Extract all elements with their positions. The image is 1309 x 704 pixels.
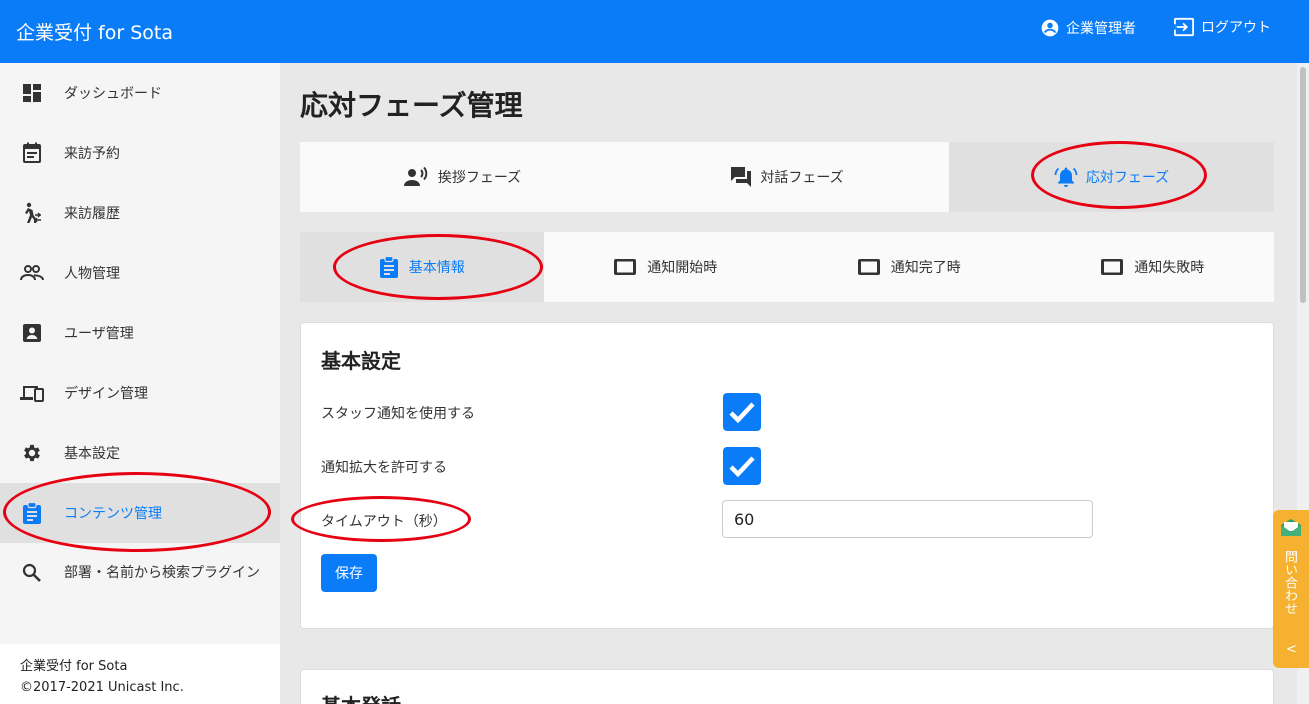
dashboard-icon bbox=[20, 81, 44, 105]
logout-button[interactable]: ログアウト bbox=[1173, 17, 1271, 37]
sidebar-item-label: 人物管理 bbox=[64, 266, 120, 282]
sidebar-item-dashboard[interactable]: ダッシュボード bbox=[0, 63, 280, 123]
sidebar-item-label: ユーザ管理 bbox=[64, 326, 134, 342]
tab-label: 挨拶フェーズ bbox=[437, 170, 522, 186]
tab-greeting-phase[interactable]: 挨拶フェーズ bbox=[300, 142, 625, 212]
sidebar-item-users[interactable]: ユーザ管理 bbox=[0, 303, 280, 363]
sidebar-item-design[interactable]: デザイン管理 bbox=[0, 363, 280, 423]
sidebar-item-label: デザイン管理 bbox=[64, 386, 148, 402]
walk-icon bbox=[20, 201, 44, 225]
sidebar-item-label: 部署・名前から検索プラグイン bbox=[64, 565, 260, 581]
user-menu[interactable]: 企業管理者 bbox=[1040, 18, 1136, 38]
footer-copyright: ©2017-2021 Unicast Inc. bbox=[20, 680, 184, 695]
calendar-icon bbox=[20, 141, 44, 165]
user-label: 企業管理者 bbox=[1066, 21, 1136, 37]
sidebar-item-label: 基本設定 bbox=[64, 446, 120, 462]
tab-label: 応対フェーズ bbox=[1085, 170, 1170, 186]
account-circle-icon bbox=[1041, 19, 1059, 37]
timeout-label: タイムアウト（秒） bbox=[321, 514, 447, 530]
mail-icon bbox=[1281, 519, 1301, 536]
clipboard-icon bbox=[20, 501, 44, 525]
tab-response-phase[interactable]: 応対フェーズ bbox=[949, 142, 1274, 212]
sidebar-item-label: 来訪予約 bbox=[64, 146, 120, 162]
notify-zoom-checkbox[interactable] bbox=[723, 447, 761, 485]
sidebar: ダッシュボード 来訪予約 来訪履歴 人物管理 ユーザ管理 デザイン管理 基本設定… bbox=[0, 63, 280, 704]
sub-tabs: 基本情報 通知開始時 通知完了時 通知失敗時 bbox=[300, 232, 1274, 302]
basic-speech-card: 基本発話 bbox=[300, 669, 1274, 704]
sidebar-item-label: コンテンツ管理 bbox=[64, 506, 162, 522]
logout-icon bbox=[1173, 17, 1194, 37]
card-title: 基本設定 bbox=[321, 349, 401, 373]
staff-notify-checkbox[interactable] bbox=[723, 393, 761, 431]
sidebar-footer: 企業受付 for Sota ©2017-2021 Unicast Inc. bbox=[0, 644, 280, 704]
bell-icon bbox=[1054, 167, 1078, 187]
chat-icon bbox=[731, 167, 752, 187]
tab-notify-failed[interactable]: 通知失敗時 bbox=[1031, 232, 1275, 302]
tab-label: 基本情報 bbox=[408, 260, 465, 276]
people-icon bbox=[20, 261, 44, 285]
staff-notify-label: スタッフ通知を使用する bbox=[321, 406, 475, 422]
sidebar-item-history[interactable]: 来訪履歴 bbox=[0, 183, 280, 243]
phase-tabs: 挨拶フェーズ 対話フェーズ 応対フェーズ bbox=[300, 142, 1274, 212]
gear-icon bbox=[20, 441, 44, 465]
tab-label: 通知完了時 bbox=[890, 260, 961, 276]
timeout-input[interactable] bbox=[722, 500, 1093, 538]
tab-label: 通知失敗時 bbox=[1134, 260, 1205, 276]
footer-product: 企業受付 for Sota bbox=[20, 659, 128, 674]
sidebar-item-contents[interactable]: コンテンツ管理 bbox=[0, 483, 280, 543]
sidebar-item-people[interactable]: 人物管理 bbox=[0, 243, 280, 303]
tab-basic-info[interactable]: 基本情報 bbox=[300, 232, 544, 302]
scrollbar-thumb[interactable] bbox=[1300, 67, 1306, 303]
sidebar-item-label: 来訪履歴 bbox=[64, 206, 120, 222]
save-button[interactable]: 保存 bbox=[321, 554, 377, 592]
check-icon bbox=[729, 456, 755, 477]
check-icon bbox=[729, 402, 755, 423]
clipboard-icon bbox=[379, 256, 398, 278]
app-title[interactable]: 企業受付 for Sota bbox=[16, 18, 173, 45]
tab-dialog-phase[interactable]: 対話フェーズ bbox=[625, 142, 949, 212]
card-title: 基本発話 bbox=[321, 690, 401, 704]
search-icon bbox=[20, 561, 44, 585]
tab-label: 通知開始時 bbox=[647, 260, 718, 276]
tablet-icon bbox=[857, 259, 880, 275]
sidebar-item-label: ダッシュボード bbox=[64, 86, 162, 102]
tablet-icon bbox=[1101, 259, 1124, 275]
tab-label: 対話フェーズ bbox=[760, 170, 844, 186]
logout-label: ログアウト bbox=[1201, 20, 1271, 36]
contact-label: 問い合わせ bbox=[1282, 550, 1297, 615]
voice-icon bbox=[403, 167, 428, 186]
sidebar-item-search-plugin[interactable]: 部署・名前から検索プラグイン bbox=[0, 543, 280, 603]
sidebar-item-reservations[interactable]: 来訪予約 bbox=[0, 123, 280, 183]
contact-side-tab[interactable]: 問い合わせ < bbox=[1273, 510, 1309, 668]
page-title: 応対フェーズ管理 bbox=[300, 89, 523, 122]
sidebar-item-settings[interactable]: 基本設定 bbox=[0, 423, 280, 483]
tab-notify-complete[interactable]: 通知完了時 bbox=[787, 232, 1031, 302]
devices-icon bbox=[20, 381, 44, 405]
basic-settings-card: 基本設定 スタッフ通知を使用する 通知拡大を許可する タイムアウト（秒） 保存 bbox=[300, 322, 1274, 629]
chevron-left-icon: < bbox=[1286, 642, 1297, 657]
notify-zoom-label: 通知拡大を許可する bbox=[321, 460, 447, 476]
tab-notify-start[interactable]: 通知開始時 bbox=[544, 232, 788, 302]
account-box-icon bbox=[20, 321, 44, 345]
tablet-icon bbox=[614, 259, 637, 275]
top-bar: 企業受付 for Sota 企業管理者 ログアウト bbox=[0, 0, 1309, 63]
